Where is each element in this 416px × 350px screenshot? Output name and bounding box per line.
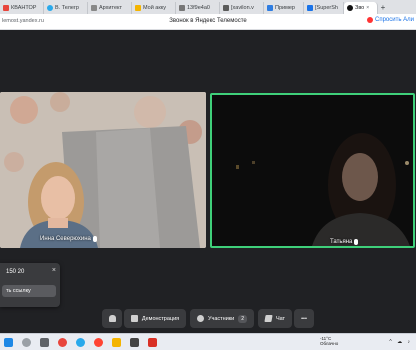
pdf-reader-icon[interactable] <box>148 338 157 347</box>
more-options-button[interactable]: ••• <box>294 309 314 328</box>
telegram-favicon-icon <box>47 5 53 11</box>
participants-icon <box>196 315 204 322</box>
chat-icon <box>264 315 273 322</box>
page-favicon-icon <box>307 5 313 11</box>
windows-start-icon[interactable] <box>4 338 13 347</box>
ask-alice-label: Спросить Али <box>374 17 414 23</box>
close-icon[interactable]: × <box>52 267 56 274</box>
copy-link-button[interactable]: ть ссылку <box>2 285 56 297</box>
raise-hand-button[interactable] <box>102 309 122 328</box>
tab-hash[interactable]: 13f9e4a0 <box>176 2 220 14</box>
tab-label: 13f9e4a0 <box>187 5 210 11</box>
file-explorer-icon[interactable] <box>112 338 121 347</box>
tab-label: В. Телегр <box>55 5 79 11</box>
participant-label: Татьяна <box>330 239 359 245</box>
screen-share-button[interactable]: Демонстрация <box>124 309 186 328</box>
page-favicon-icon <box>91 5 97 11</box>
weather-desc: Облачно <box>320 341 339 346</box>
telegram-icon[interactable] <box>76 338 85 347</box>
screen-share-icon <box>130 315 138 322</box>
system-tray[interactable]: ^ ☁ ♪ <box>389 339 412 345</box>
participant-label: Инна Северюхина <box>40 236 97 242</box>
tab-label: Пример <box>275 5 295 11</box>
participant-video-tatyana[interactable]: Татьяна <box>210 93 415 248</box>
participants-count-badge: 2 <box>238 314 248 323</box>
kvantor-favicon-icon <box>3 5 9 11</box>
ask-alice-button[interactable]: Спросить Али <box>366 17 414 23</box>
tab-label: КВАНТОР <box>11 5 37 11</box>
participant-video-inna[interactable]: Инна Северюхина <box>0 92 206 248</box>
tab-supersh[interactable]: [SuperSh <box>304 2 344 14</box>
tab-my-account[interactable]: Мой акку <box>132 2 176 14</box>
tab-kvantor[interactable]: КВАНТОР <box>0 2 44 14</box>
page-title: Звонок в Яндекс Телемосте <box>169 18 247 24</box>
hand-icon <box>108 315 116 322</box>
tab-telegram[interactable]: В. Телегр <box>44 2 88 14</box>
participants-button[interactable]: Участники 2 <box>190 309 254 328</box>
page-favicon-icon <box>179 5 185 11</box>
tab-label: Архитект <box>99 5 122 11</box>
telemost-favicon-icon <box>347 5 353 11</box>
page-favicon-icon <box>267 5 273 11</box>
participant-name: Татьяна <box>330 239 353 245</box>
task-view-icon[interactable] <box>40 338 49 347</box>
microphone-icon <box>92 236 97 242</box>
participant-camera-feed <box>212 95 413 246</box>
participant-camera-feed <box>0 92 206 248</box>
weather-widget[interactable]: -11°C Облачно <box>320 336 338 346</box>
page-favicon-icon <box>223 5 229 11</box>
tab-label: Зво <box>355 5 365 11</box>
yandex-browser-icon[interactable] <box>94 338 103 347</box>
screen-share-label: Демонстрация <box>141 315 180 322</box>
address-bar: lemost.yandex.ru Звонок в Яндекс Телемос… <box>0 14 416 30</box>
tab-label: [xavilon.v <box>231 5 254 11</box>
tab-telemost-call[interactable]: Зво × <box>344 2 378 14</box>
account-favicon-icon <box>135 5 141 11</box>
participants-label: Участники <box>207 315 235 322</box>
new-tab-button[interactable]: + <box>378 2 388 14</box>
chat-button[interactable]: Чат <box>258 309 292 328</box>
tab-example[interactable]: Пример <box>264 2 304 14</box>
app-icon[interactable] <box>130 338 139 347</box>
close-tab-icon[interactable]: × <box>366 5 369 11</box>
more-icon: ••• <box>301 315 307 322</box>
microphone-icon <box>354 239 359 245</box>
tab-label: Мой акку <box>143 5 166 11</box>
tab-label: [SuperSh <box>315 5 338 11</box>
invite-toast: 150 20 × ть ссылку <box>0 263 60 307</box>
alice-icon <box>366 17 373 23</box>
tab-xavilon[interactable]: [xavilon.v <box>220 2 264 14</box>
participant-name: Инна Северюхина <box>40 236 91 242</box>
search-icon[interactable] <box>22 338 31 347</box>
chat-label: Чат <box>275 315 286 322</box>
tab-architect[interactable]: Архитект <box>88 2 132 14</box>
meeting-code: 150 20 <box>6 269 25 275</box>
browser-tab-bar: КВАНТОР В. Телегр Архитект Мой акку 13f9… <box>0 0 416 14</box>
chrome-icon[interactable] <box>58 338 67 347</box>
os-taskbar: -11°C Облачно ^ ☁ ♪ <box>0 333 416 350</box>
call-stage: Инна Северюхина Татьяна 150 20 × ть ссыл… <box>0 30 416 335</box>
